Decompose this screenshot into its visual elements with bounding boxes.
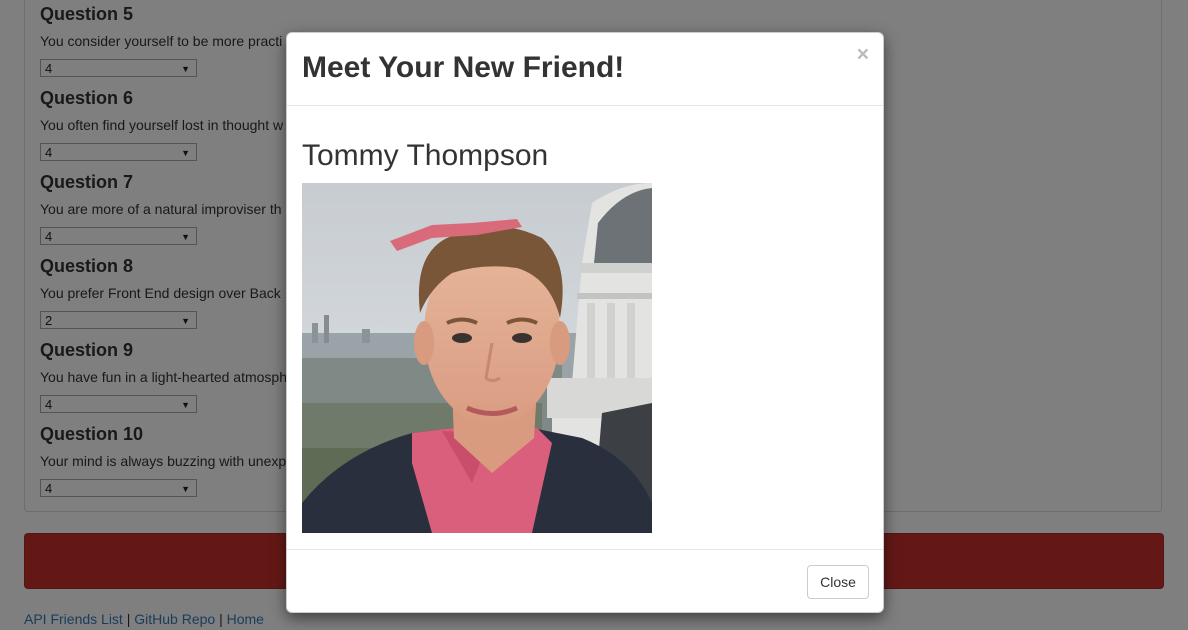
modal-title: Meet Your New Friend! xyxy=(302,51,625,84)
close-button[interactable]: Close xyxy=(807,565,869,599)
friend-name: Tommy Thompson xyxy=(302,139,549,172)
close-icon[interactable]: × xyxy=(857,43,869,67)
modal-header: Meet Your New Friend! × xyxy=(287,33,883,106)
friend-photo xyxy=(302,183,652,533)
modal-footer: Close xyxy=(287,549,883,614)
friend-modal: Meet Your New Friend! × Tommy Thompson C… xyxy=(286,32,884,613)
